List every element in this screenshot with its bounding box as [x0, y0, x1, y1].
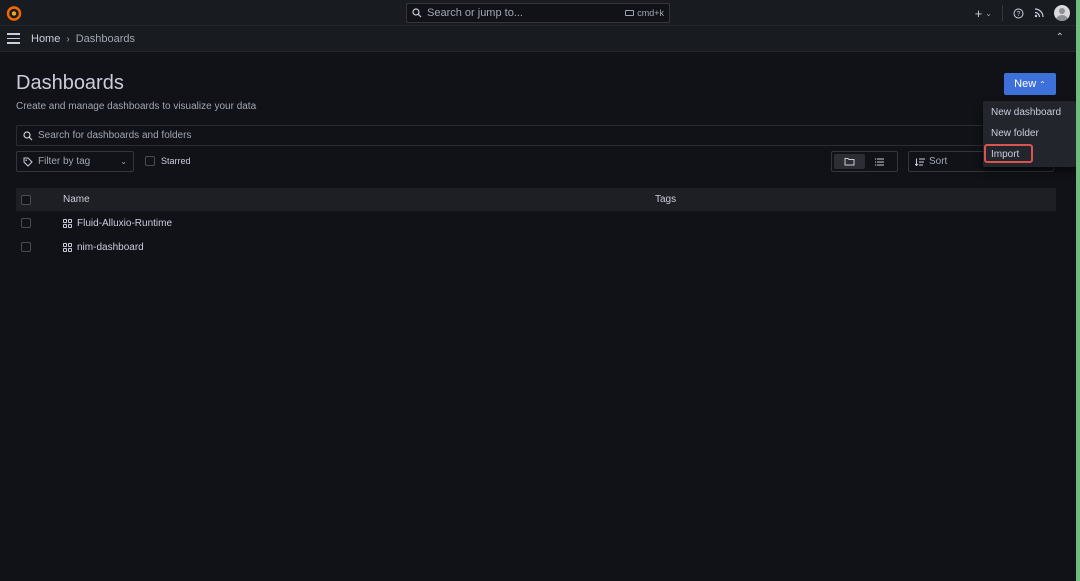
breadcrumb-separator: ›: [66, 33, 70, 45]
view-mode-toggle: [831, 151, 898, 172]
keyboard-icon: [625, 10, 635, 16]
column-header-tags: Tags: [655, 194, 677, 205]
dashboard-search-input[interactable]: Search for dashboards and folders: [16, 125, 1056, 146]
menu-item-import[interactable]: Import: [991, 149, 1019, 160]
new-dropdown-menu: New dashboard New folder Import: [983, 101, 1076, 167]
page-title: Dashboards: [16, 72, 124, 94]
chevron-up-icon: ⌃: [1039, 79, 1046, 89]
new-button[interactable]: New ⌃: [1004, 73, 1056, 95]
dashboard-link[interactable]: nim-dashboard: [63, 242, 144, 253]
dashboard-search-placeholder: Search for dashboards and folders: [38, 130, 192, 141]
help-button[interactable]: ?: [1013, 8, 1024, 19]
global-search-input[interactable]: Search or jump to... cmd+k: [406, 3, 670, 23]
starred-checkbox[interactable]: [145, 156, 155, 166]
select-all-checkbox[interactable]: [21, 194, 31, 205]
breadcrumb: Home › Dashboards: [31, 33, 135, 45]
dashboard-icon: [63, 218, 72, 228]
window-edge: [1076, 0, 1080, 581]
list-icon: [874, 157, 884, 166]
svg-text:?: ?: [1017, 11, 1021, 18]
new-button-label: New: [1014, 78, 1037, 90]
help-icon: ?: [1013, 8, 1024, 18]
shortcut-label: cmd+k: [637, 8, 664, 18]
chevron-down-icon: ⌄: [120, 157, 127, 166]
dashboard-table: Name Tags Fluid-Alluxio-Runtime nim-dash…: [16, 188, 1056, 259]
breadcrumb-bar: Home › Dashboards ⌃: [0, 26, 1076, 52]
starred-label: Starred: [161, 156, 191, 166]
global-search-placeholder: Search or jump to...: [427, 7, 523, 19]
list-view-button[interactable]: [865, 154, 896, 169]
page-subtitle: Create and manage dashboards to visualiz…: [16, 101, 257, 112]
news-button[interactable]: [1034, 8, 1044, 18]
folder-view-button[interactable]: [834, 154, 865, 169]
sort-icon: [915, 158, 925, 166]
top-actions: + ⌄ ?: [975, 3, 1070, 23]
rss-icon: [1034, 8, 1044, 18]
folder-icon: [844, 158, 855, 166]
table-row[interactable]: nim-dashboard: [16, 235, 1056, 259]
row-checkbox[interactable]: [21, 218, 31, 228]
dashboard-link[interactable]: Fluid-Alluxio-Runtime: [63, 218, 172, 229]
table-header: Name Tags: [16, 188, 1056, 211]
divider: [1002, 5, 1003, 21]
sort-placeholder: Sort: [929, 156, 948, 167]
top-bar: Search or jump to... cmd+k + ⌄ ?: [0, 0, 1076, 26]
menu-toggle-icon[interactable]: [7, 33, 20, 44]
table-row[interactable]: Fluid-Alluxio-Runtime: [16, 211, 1056, 235]
dashboard-icon: [63, 242, 72, 252]
tag-icon: [23, 157, 33, 167]
menu-item-new-folder[interactable]: New folder: [991, 128, 1039, 139]
search-icon: [23, 130, 33, 140]
breadcrumb-current: Dashboards: [75, 33, 136, 45]
dashboard-name: Fluid-Alluxio-Runtime: [77, 217, 173, 229]
breadcrumb-home[interactable]: Home: [31, 33, 60, 45]
tag-filter-select[interactable]: Filter by tag ⌄: [16, 151, 134, 172]
grafana-logo-icon[interactable]: [5, 4, 23, 22]
menu-item-new-dashboard[interactable]: New dashboard: [991, 107, 1061, 118]
add-new-button[interactable]: + ⌄: [975, 6, 992, 21]
user-avatar[interactable]: [1054, 5, 1070, 21]
chevron-up-icon[interactable]: ⌃: [1056, 32, 1064, 43]
tag-filter-placeholder: Filter by tag: [38, 156, 91, 167]
search-icon: [412, 8, 422, 18]
row-checkbox[interactable]: [21, 242, 31, 252]
chevron-down-icon: ⌄: [985, 8, 992, 18]
dashboard-name: nim-dashboard: [77, 241, 144, 253]
keyboard-shortcut-hint: cmd+k: [625, 8, 664, 18]
column-header-name: Name: [63, 194, 90, 205]
starred-filter[interactable]: Starred: [145, 156, 191, 166]
plus-icon: +: [974, 5, 983, 21]
